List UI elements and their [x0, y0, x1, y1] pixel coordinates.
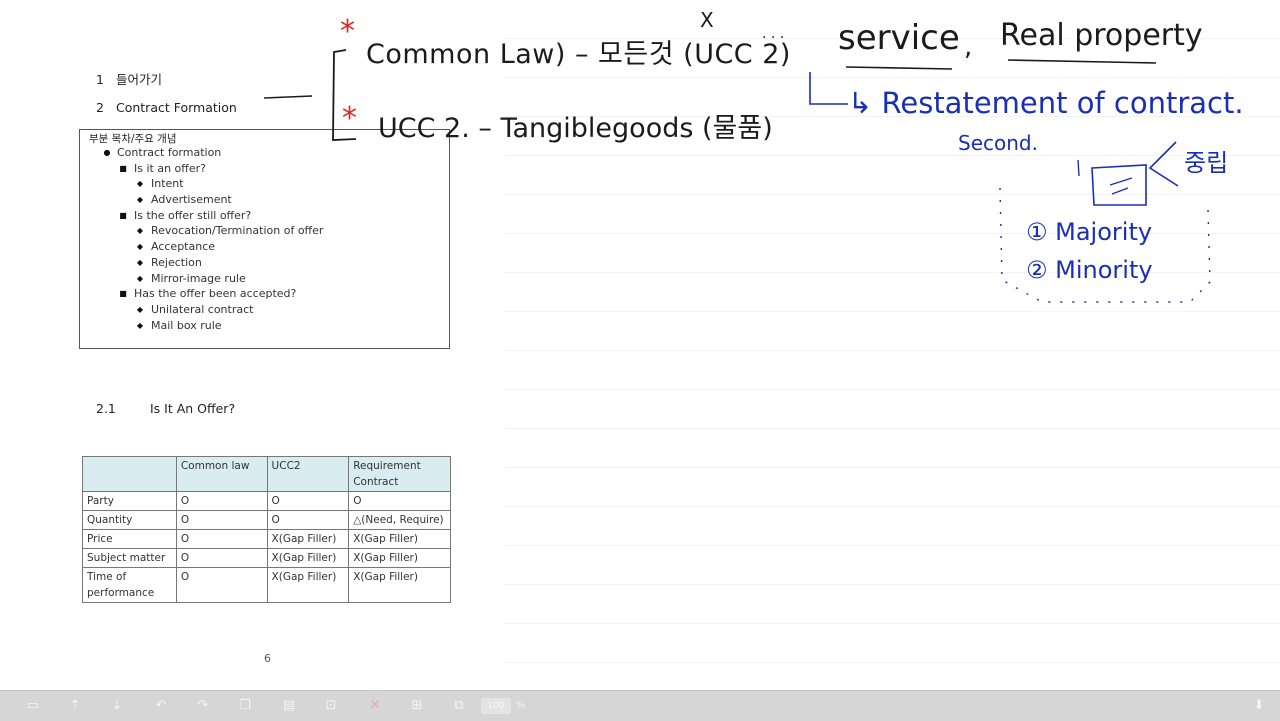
service-underline	[845, 66, 953, 70]
ink-line-ucc2: UCC 2. – Tangiblegoods (물품)	[378, 113, 773, 144]
paste-icon[interactable]: ▤	[278, 696, 300, 716]
ink-service: service	[838, 18, 960, 58]
sketch-arrow	[1148, 141, 1179, 187]
copy-page-icon[interactable]: ❐	[234, 696, 256, 716]
delete-icon[interactable]: ✕	[364, 696, 386, 716]
thumbnail-view-icon[interactable]: ▭	[22, 696, 44, 716]
undo-icon[interactable]: ↶	[150, 696, 172, 716]
ink-real-property: Real property	[1000, 18, 1203, 53]
ink-line-common-law: Common Law) – 모든것 (UCC 2)	[366, 39, 791, 70]
ink-korean-neutral: 중립	[1184, 149, 1229, 177]
zoom-input[interactable]: 100	[481, 698, 511, 714]
ink-dots: · · ·	[762, 30, 785, 46]
ink-second: Second.	[958, 131, 1038, 155]
real-property-underline	[1007, 59, 1157, 64]
sketch-box-mark	[1109, 177, 1133, 195]
fit-page-icon[interactable]: ⧉	[448, 696, 470, 716]
select-icon[interactable]: ⊡	[320, 696, 342, 716]
red-asterisk-2: *	[342, 101, 357, 136]
ink-x-mark: X	[700, 8, 714, 32]
ink-restatement: ↳ Restatement of contract.	[848, 86, 1244, 120]
download-icon[interactable]: ⬇	[1248, 696, 1270, 716]
sketch-down-tick	[1077, 159, 1080, 177]
ink-minority: ② Minority	[1026, 256, 1153, 284]
ink-majority: ① Majority	[1026, 218, 1153, 246]
redo-icon[interactable]: ↷	[192, 696, 214, 716]
red-asterisk-1: *	[340, 14, 355, 49]
page-down-icon[interactable]: ⇣	[106, 696, 128, 716]
bottom-toolbar: ▭ ⇡ ⇣ ↶ ↷ ❐ ▤ ⊡ ✕ ⊞ ⧉ 100 % ⬇	[0, 690, 1280, 721]
zoom-unit-label: %	[516, 700, 526, 711]
connector-line	[263, 95, 313, 99]
layout-icon[interactable]: ⊞	[406, 696, 428, 716]
sketch-box	[1091, 164, 1147, 206]
restatement-arrow	[809, 72, 848, 105]
page-up-icon[interactable]: ⇡	[64, 696, 86, 716]
ink-comma: ,	[964, 32, 973, 62]
